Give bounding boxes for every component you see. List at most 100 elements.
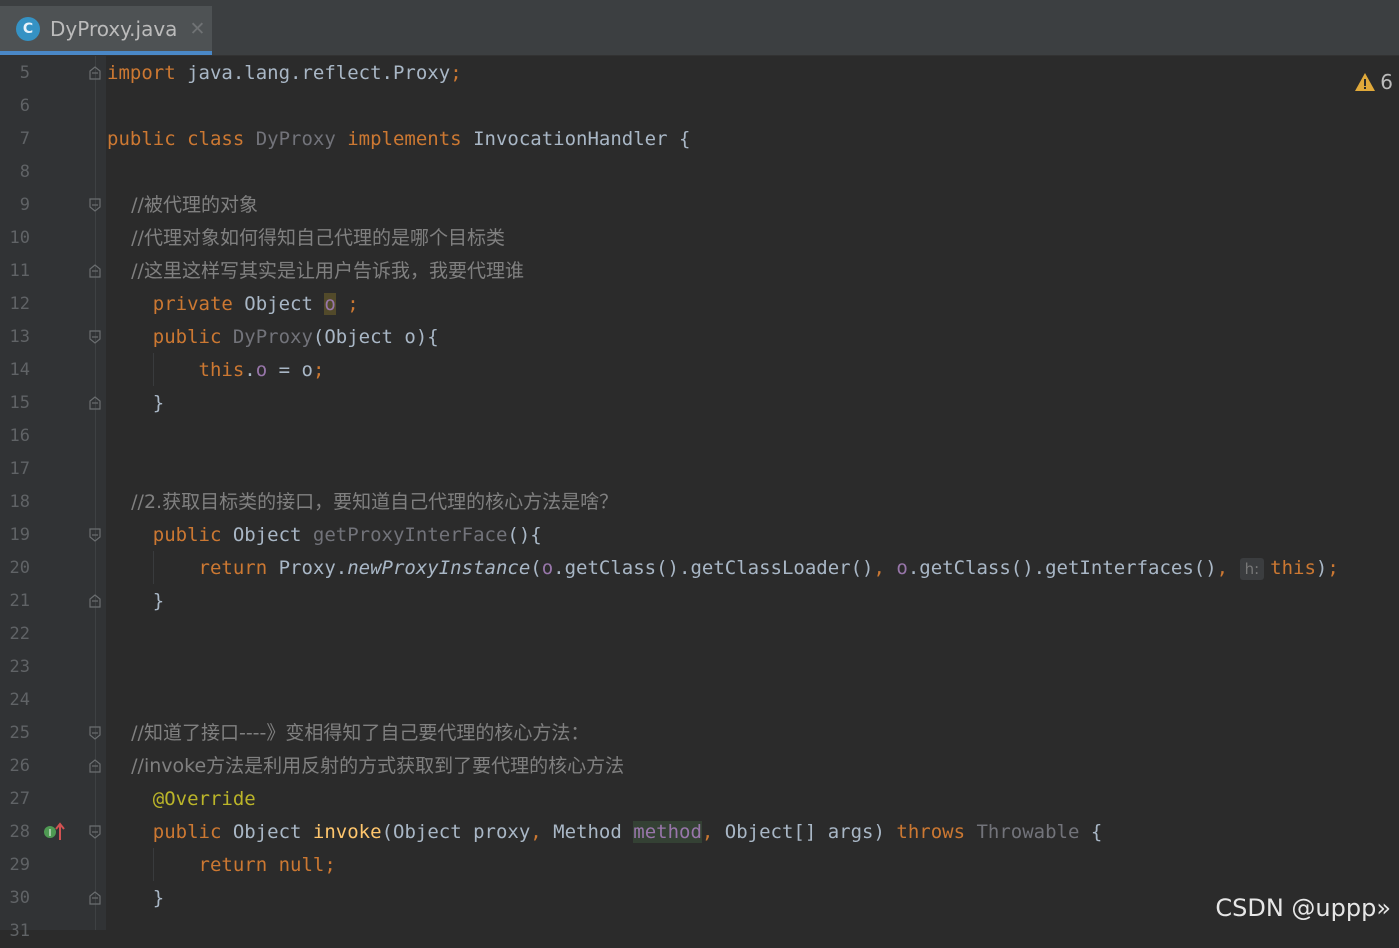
code-line[interactable]: 18 //2.获取目标类的接口，要知道自己代理的核心方法是啥？: [0, 486, 1399, 519]
fold-marker-icon[interactable]: [89, 330, 101, 344]
code-text[interactable]: public Object getProxyInterFace(){: [107, 519, 542, 552]
code-text[interactable]: //这里这样写其实是让用户告诉我，我要代理谁: [107, 255, 524, 288]
line-number: 27: [9, 789, 30, 809]
code-token: throws: [896, 821, 977, 843]
code-line[interactable]: 23: [0, 651, 1399, 684]
code-token: }: [107, 887, 165, 909]
line-number: 13: [9, 327, 30, 347]
code-editor[interactable]: 5 import java.lang.reflect.Proxy; 6 7 public…: [0, 56, 1399, 941]
code-line[interactable]: 17: [0, 453, 1399, 486]
code-line[interactable]: 6: [0, 90, 1399, 123]
code-line[interactable]: 20 return Proxy.newProxyInstance(o.getCl…: [0, 552, 1399, 585]
code-line[interactable]: 16: [0, 420, 1399, 453]
code-line[interactable]: 21 }: [0, 585, 1399, 618]
code-token: return null;: [107, 854, 336, 876]
code-text[interactable]: private Object o ;: [107, 288, 359, 321]
warning-icon: [1355, 73, 1376, 91]
line-number: 22: [9, 624, 30, 644]
line-number: 31: [9, 921, 30, 941]
code-token: //这里这样写其实是让用户告诉我，我要代理谁: [107, 260, 524, 282]
code-line[interactable]: 13 public DyProxy(Object o){: [0, 321, 1399, 354]
code-line[interactable]: 12 private Object o ;: [0, 288, 1399, 321]
fold-marker-icon[interactable]: [89, 759, 101, 773]
close-icon[interactable]: ✕: [189, 18, 205, 40]
code-token: ;: [335, 293, 359, 315]
code-token: this: [107, 359, 245, 381]
fold-marker-icon[interactable]: [89, 66, 101, 80]
line-number: 28: [9, 822, 30, 842]
code-line[interactable]: 10 //代理对象如何得知自己代理的是哪个目标类: [0, 222, 1399, 255]
fold-marker-icon[interactable]: [89, 594, 101, 608]
code-token: public: [107, 524, 233, 546]
code-token: ;: [1327, 557, 1339, 579]
code-text[interactable]: //代理对象如何得知自己代理的是哪个目标类: [107, 222, 505, 255]
code-token: Object[] args): [724, 821, 897, 843]
tab-dyproxy-java[interactable]: C DyProxy.java ✕: [0, 6, 212, 55]
code-line[interactable]: 8: [0, 156, 1399, 189]
code-token: (Object o){: [312, 326, 439, 348]
code-text[interactable]: this.o = o;: [107, 354, 325, 387]
code-token: = o: [267, 359, 313, 381]
implements-method-icon[interactable]: I: [42, 821, 66, 843]
code-text[interactable]: }: [107, 585, 164, 618]
code-token: InvocationHandler {: [473, 128, 691, 150]
code-text[interactable]: return Proxy.newProxyInstance(o.getClass…: [107, 552, 1339, 585]
code-line[interactable]: 25 //知道了接口----》变相得知了自己要代理的核心方法：: [0, 717, 1399, 750]
line-number: 10: [9, 228, 30, 248]
code-line[interactable]: 27 @Override: [0, 783, 1399, 816]
fold-marker-icon[interactable]: [89, 396, 101, 410]
line-number: 26: [9, 756, 30, 776]
code-line[interactable]: 7 public class DyProxy implements Invocat…: [0, 123, 1399, 156]
line-number: 30: [9, 888, 30, 908]
code-line[interactable]: 9 //被代理的对象: [0, 189, 1399, 222]
code-line[interactable]: 29 return null;: [0, 849, 1399, 882]
code-line[interactable]: 22: [0, 618, 1399, 651]
code-text[interactable]: public class DyProxy implements Invocati…: [107, 123, 690, 156]
code-line[interactable]: 30 }: [0, 882, 1399, 915]
tab-title: DyProxy.java: [50, 16, 178, 41]
code-token: @Override: [107, 788, 256, 810]
code-line[interactable]: 26 //invoke方法是利用反射的方式获取到了要代理的核心方法: [0, 750, 1399, 783]
fold-marker-icon[interactable]: [89, 726, 101, 740]
fold-marker-icon[interactable]: [89, 825, 101, 839]
code-token: o: [324, 293, 336, 315]
code-token: public: [107, 821, 233, 843]
line-number: 25: [9, 723, 30, 743]
code-token: //invoke方法是利用反射的方式获取到了要代理的核心方法: [107, 755, 625, 777]
code-line[interactable]: 28 I public Object invoke(Object proxy, M…: [0, 816, 1399, 849]
code-token: (Object proxy: [381, 821, 531, 843]
code-text[interactable]: return null;: [107, 849, 336, 882]
code-text[interactable]: public DyProxy(Object o){: [107, 321, 439, 354]
code-text[interactable]: }: [107, 882, 164, 915]
code-text[interactable]: //2.获取目标类的接口，要知道自己代理的核心方法是啥？: [107, 486, 618, 519]
code-line[interactable]: 5 import java.lang.reflect.Proxy;: [0, 57, 1399, 90]
line-number: 23: [9, 657, 30, 677]
code-text[interactable]: }: [107, 387, 164, 420]
fold-marker-icon[interactable]: [89, 891, 101, 905]
fold-marker-icon[interactable]: [89, 198, 101, 212]
code-line[interactable]: 11 //这里这样写其实是让用户告诉我，我要代理谁: [0, 255, 1399, 288]
code-token: implements: [347, 128, 474, 150]
code-text[interactable]: //知道了接口----》变相得知了自己要代理的核心方法：: [107, 717, 589, 750]
code-token: }: [107, 590, 165, 612]
code-line[interactable]: 24: [0, 684, 1399, 717]
code-token: import: [107, 62, 176, 84]
code-line[interactable]: 14 this.o = o;: [0, 354, 1399, 387]
code-text[interactable]: public Object invoke(Object proxy, Metho…: [107, 816, 1102, 849]
fold-marker-icon[interactable]: [89, 264, 101, 278]
code-token: Object: [232, 524, 313, 546]
code-token: Throwable: [976, 821, 1091, 843]
code-line[interactable]: 31: [0, 915, 1399, 948]
line-number: 16: [9, 426, 30, 446]
code-line[interactable]: 15 }: [0, 387, 1399, 420]
fold-marker-icon[interactable]: [89, 528, 101, 542]
line-number: 6: [19, 96, 30, 116]
code-text[interactable]: //被代理的对象: [107, 189, 258, 222]
code-text[interactable]: import java.lang.reflect.Proxy;: [107, 57, 462, 90]
indent-guide: [153, 848, 154, 881]
inspection-widget[interactable]: 6: [1354, 70, 1393, 94]
code-line[interactable]: 19 public Object getProxyInterFace(){: [0, 519, 1399, 552]
code-text[interactable]: @Override: [107, 783, 256, 816]
code-token: ;: [450, 62, 462, 84]
code-text[interactable]: //invoke方法是利用反射的方式获取到了要代理的核心方法: [107, 750, 624, 783]
